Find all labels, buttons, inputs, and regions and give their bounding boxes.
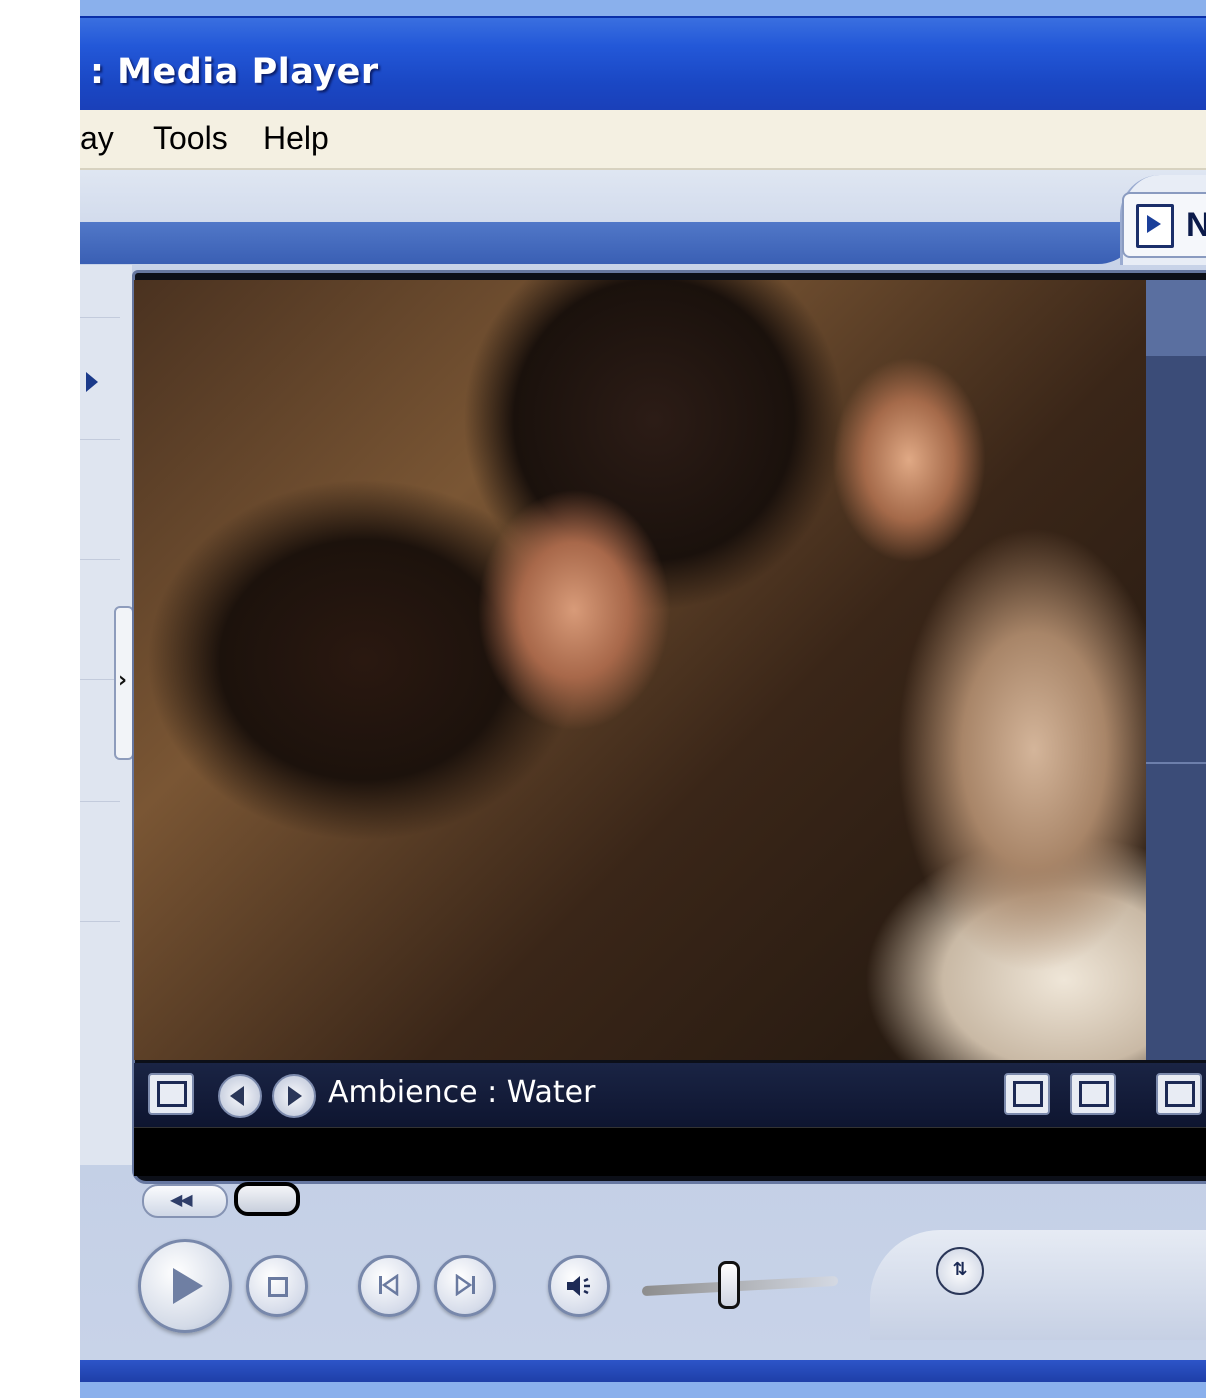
now-playing-icon	[1136, 204, 1174, 248]
play-button[interactable]	[138, 1239, 232, 1333]
mute-button[interactable]	[548, 1255, 610, 1317]
side-divider	[80, 559, 120, 560]
side-divider	[80, 801, 120, 802]
compact-mode-icon	[1013, 1081, 1043, 1107]
window-bottom-border	[80, 1360, 1206, 1382]
playlist-header-strip	[1146, 280, 1206, 356]
previous-track-icon	[379, 1274, 399, 1296]
visualization-icon	[157, 1081, 187, 1107]
now-playing-label: N	[1186, 206, 1206, 244]
volume-slider-thumb[interactable]	[718, 1261, 740, 1309]
compact-mode-button[interactable]	[1004, 1073, 1050, 1115]
window-bottom-edge	[80, 1382, 1206, 1398]
stop-icon	[268, 1277, 288, 1297]
side-divider	[80, 317, 120, 318]
seek-thumb[interactable]	[234, 1182, 300, 1216]
playlist-pane-edge	[1146, 280, 1206, 1060]
full-screen-button[interactable]	[1070, 1073, 1116, 1115]
shuffle-icon: ⇅	[952, 1259, 968, 1280]
triangle-right-icon[interactable]	[86, 372, 98, 392]
menu-bar: ay Tools Help	[80, 110, 1206, 170]
next-track-button[interactable]	[434, 1255, 496, 1317]
arrow-right-icon	[288, 1086, 302, 1106]
now-playing-button[interactable]: N	[1122, 192, 1206, 258]
full-screen-icon	[1079, 1081, 1109, 1107]
previous-track-button[interactable]	[358, 1255, 420, 1317]
transport-controls: ⇅	[80, 1225, 1206, 1345]
rewind-pill[interactable]: ◀◀	[142, 1184, 228, 1218]
shuffle-button[interactable]: ⇅	[936, 1247, 984, 1295]
side-divider	[80, 921, 120, 922]
seek-bar[interactable]: ◀◀	[134, 1180, 1206, 1220]
menu-item-help[interactable]: Help	[263, 120, 329, 157]
chrome-blue-band	[80, 222, 1140, 264]
rewind-icon: ◀◀	[170, 1190, 193, 1209]
volume-slider-track[interactable]	[642, 1275, 838, 1297]
playlist-divider	[1146, 762, 1206, 764]
visualization-button[interactable]	[148, 1073, 194, 1115]
visualization-name: Ambience : Water	[328, 1075, 596, 1110]
side-divider	[80, 439, 120, 440]
stop-button[interactable]	[246, 1255, 308, 1317]
speaker-icon	[567, 1276, 590, 1296]
info-bar: Ambience : Water	[134, 1063, 1206, 1127]
video-display[interactable]	[134, 280, 1146, 1060]
next-visualization-button[interactable]	[272, 1074, 316, 1118]
arrow-left-icon	[230, 1086, 244, 1106]
previous-visualization-button[interactable]	[218, 1074, 262, 1118]
left-margin	[0, 0, 80, 1398]
menu-item-play[interactable]: ay	[80, 120, 114, 157]
status-bar	[134, 1127, 1206, 1176]
menu-item-tools[interactable]: Tools	[153, 120, 228, 157]
chevron-right-icon: ›	[118, 668, 128, 693]
window-top-edge	[80, 0, 1206, 16]
media-info-button[interactable]	[1156, 1073, 1202, 1115]
document-icon	[1165, 1081, 1195, 1107]
next-track-icon	[455, 1274, 475, 1296]
panel-toggle-handle[interactable]: ›	[114, 606, 134, 760]
play-icon	[173, 1268, 203, 1304]
window-title: : Media Player	[90, 52, 379, 92]
title-bar[interactable]: : Media Player	[80, 16, 1206, 112]
